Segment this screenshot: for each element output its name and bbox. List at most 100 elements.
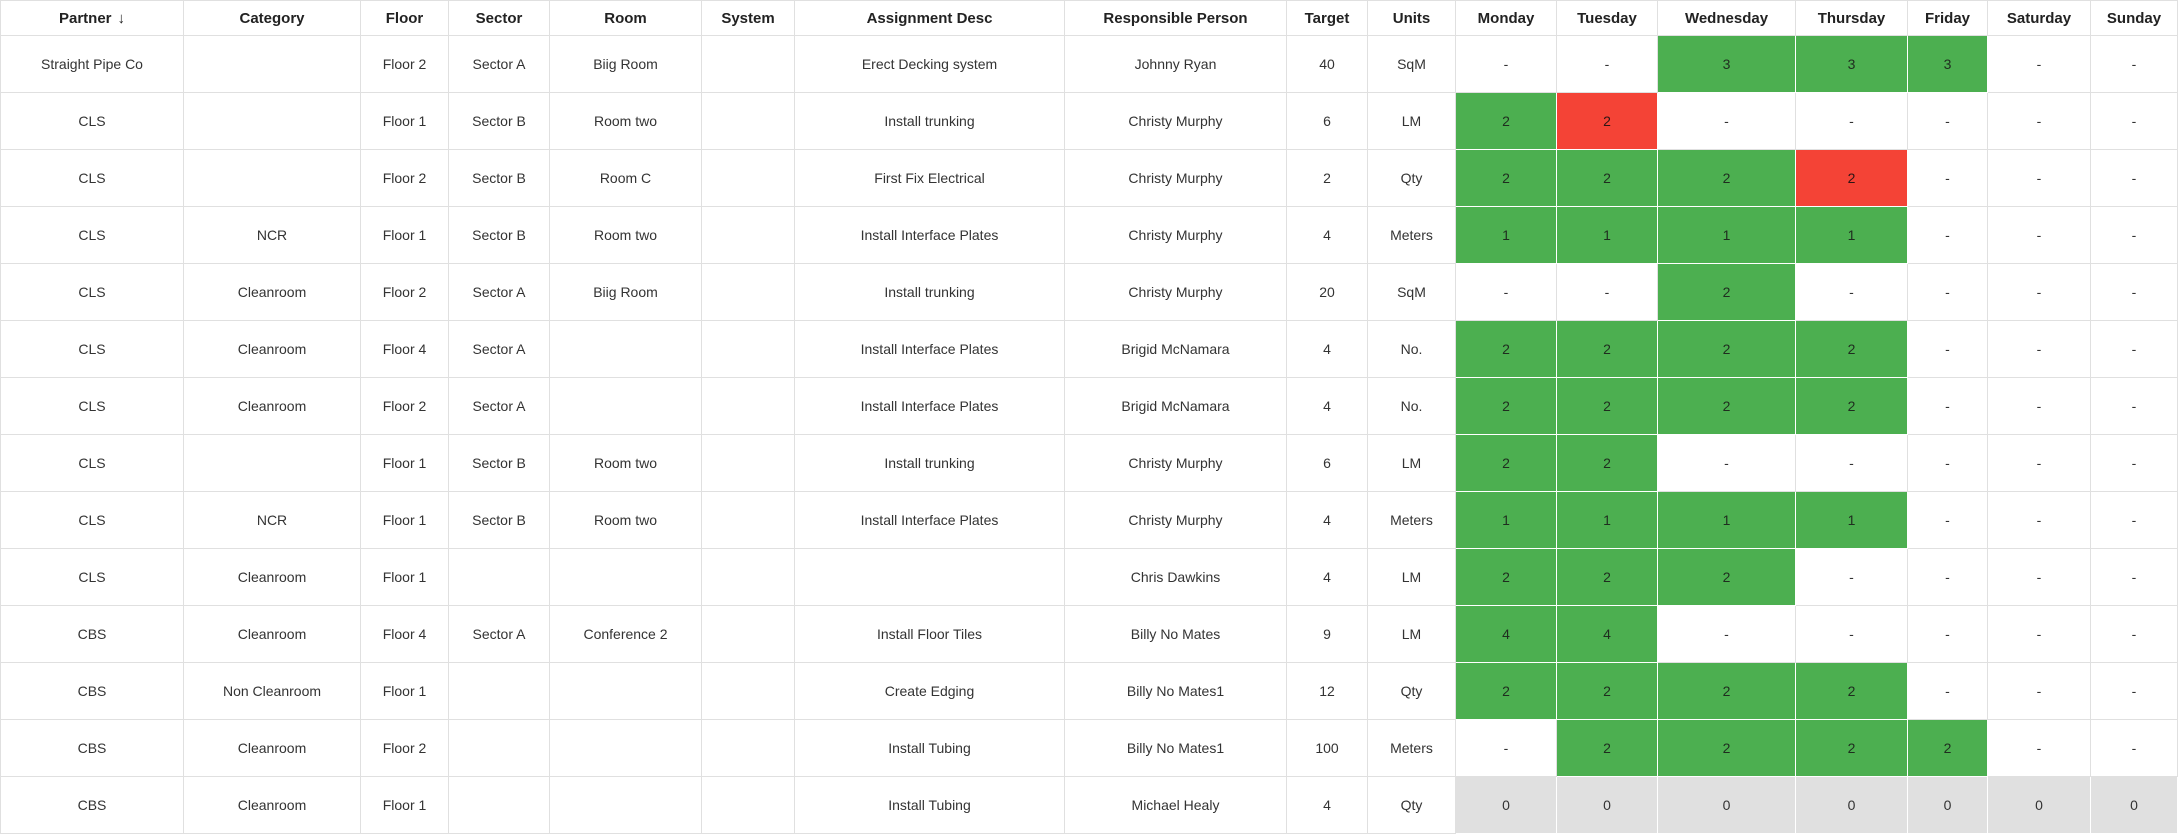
- table-row[interactable]: CLS Floor 1 Sector B Room two Install trunki…: [0, 434, 2178, 492]
- cell-monday[interactable]: 2: [1455, 548, 1557, 606]
- column-header-friday[interactable]: Friday: [1907, 0, 1988, 36]
- cell-saturday[interactable]: 0: [1987, 776, 2091, 834]
- cell-saturday[interactable]: -: [1987, 35, 2091, 93]
- cell-saturday[interactable]: -: [1987, 548, 2091, 606]
- column-header-tuesday[interactable]: Tuesday: [1556, 0, 1658, 36]
- cell-thursday[interactable]: 2: [1795, 662, 1908, 720]
- cell-monday[interactable]: 2: [1455, 434, 1557, 492]
- cell-wednesday[interactable]: 2: [1657, 149, 1796, 207]
- cell-sunday[interactable]: 0: [2090, 776, 2178, 834]
- cell-saturday[interactable]: -: [1987, 662, 2091, 720]
- cell-sunday[interactable]: -: [2090, 320, 2178, 378]
- cell-friday[interactable]: -: [1907, 662, 1988, 720]
- sort-descending-icon[interactable]: ↓: [118, 10, 126, 27]
- cell-monday[interactable]: 4: [1455, 605, 1557, 663]
- cell-sunday[interactable]: -: [2090, 548, 2178, 606]
- column-header-assignment-desc[interactable]: Assignment Desc: [794, 0, 1065, 36]
- column-header-system[interactable]: System: [701, 0, 795, 36]
- cell-thursday[interactable]: 1: [1795, 491, 1908, 549]
- cell-tuesday[interactable]: -: [1556, 35, 1658, 93]
- column-header-sunday[interactable]: Sunday: [2090, 0, 2178, 36]
- cell-thursday[interactable]: -: [1795, 548, 1908, 606]
- cell-friday[interactable]: -: [1907, 320, 1988, 378]
- cell-thursday[interactable]: 3: [1795, 35, 1908, 93]
- column-header-sector[interactable]: Sector: [448, 0, 550, 36]
- cell-tuesday[interactable]: 2: [1556, 662, 1658, 720]
- cell-friday[interactable]: -: [1907, 263, 1988, 321]
- cell-friday[interactable]: -: [1907, 377, 1988, 435]
- table-row[interactable]: CBS Cleanroom Floor 2 Install Tubing Billy N…: [0, 719, 2178, 777]
- cell-thursday[interactable]: -: [1795, 263, 1908, 321]
- cell-wednesday[interactable]: -: [1657, 92, 1796, 150]
- cell-friday[interactable]: -: [1907, 206, 1988, 264]
- cell-saturday[interactable]: -: [1987, 605, 2091, 663]
- cell-wednesday[interactable]: 1: [1657, 206, 1796, 264]
- cell-tuesday[interactable]: 4: [1556, 605, 1658, 663]
- column-header-responsible-person[interactable]: Responsible Person: [1064, 0, 1287, 36]
- cell-thursday[interactable]: 0: [1795, 776, 1908, 834]
- cell-saturday[interactable]: -: [1987, 434, 2091, 492]
- cell-friday[interactable]: -: [1907, 434, 1988, 492]
- cell-monday[interactable]: -: [1455, 719, 1557, 777]
- cell-thursday[interactable]: -: [1795, 434, 1908, 492]
- cell-wednesday[interactable]: 2: [1657, 320, 1796, 378]
- cell-saturday[interactable]: -: [1987, 92, 2091, 150]
- column-header-category[interactable]: Category: [183, 0, 361, 36]
- cell-sunday[interactable]: -: [2090, 434, 2178, 492]
- column-header-units[interactable]: Units: [1367, 0, 1456, 36]
- cell-tuesday[interactable]: -: [1556, 263, 1658, 321]
- table-row[interactable]: CLS Cleanroom Floor 1 Chris Dawkins 4 LM 2 2 2- -…: [0, 548, 2178, 606]
- cell-sunday[interactable]: -: [2090, 605, 2178, 663]
- table-row[interactable]: CLS Floor 2 Sector B Room C First Fix Electr…: [0, 149, 2178, 207]
- cell-tuesday[interactable]: 0: [1556, 776, 1658, 834]
- cell-tuesday[interactable]: 1: [1556, 206, 1658, 264]
- table-row[interactable]: CBS Cleanroom Floor 4 Sector A Conference 2 I…: [0, 605, 2178, 663]
- cell-monday[interactable]: 2: [1455, 149, 1557, 207]
- cell-thursday[interactable]: 2: [1795, 377, 1908, 435]
- cell-sunday[interactable]: -: [2090, 662, 2178, 720]
- table-row[interactable]: CLS NCR Floor 1 Sector B Room two Install Int…: [0, 206, 2178, 264]
- column-header-partner[interactable]: Partner ↓: [0, 0, 184, 36]
- cell-sunday[interactable]: -: [2090, 263, 2178, 321]
- cell-sunday[interactable]: -: [2090, 719, 2178, 777]
- cell-tuesday[interactable]: 1: [1556, 491, 1658, 549]
- cell-monday[interactable]: 2: [1455, 377, 1557, 435]
- cell-monday[interactable]: 2: [1455, 92, 1557, 150]
- cell-tuesday[interactable]: 2: [1556, 377, 1658, 435]
- cell-wednesday[interactable]: 2: [1657, 377, 1796, 435]
- column-header-target[interactable]: Target: [1286, 0, 1368, 36]
- cell-friday[interactable]: -: [1907, 605, 1988, 663]
- cell-thursday[interactable]: -: [1795, 605, 1908, 663]
- cell-thursday[interactable]: 1: [1795, 206, 1908, 264]
- cell-sunday[interactable]: -: [2090, 377, 2178, 435]
- cell-monday[interactable]: 2: [1455, 320, 1557, 378]
- cell-monday[interactable]: 0: [1455, 776, 1557, 834]
- cell-wednesday[interactable]: 2: [1657, 263, 1796, 321]
- cell-wednesday[interactable]: 0: [1657, 776, 1796, 834]
- cell-thursday[interactable]: 2: [1795, 149, 1908, 207]
- cell-monday[interactable]: 2: [1455, 662, 1557, 720]
- table-row[interactable]: CLS NCR Floor 1 Sector B Room two Install Int…: [0, 491, 2178, 549]
- cell-sunday[interactable]: -: [2090, 491, 2178, 549]
- cell-saturday[interactable]: -: [1987, 206, 2091, 264]
- cell-friday[interactable]: 3: [1907, 35, 1988, 93]
- cell-wednesday[interactable]: -: [1657, 434, 1796, 492]
- cell-wednesday[interactable]: 2: [1657, 548, 1796, 606]
- cell-tuesday[interactable]: 2: [1556, 434, 1658, 492]
- cell-tuesday[interactable]: 2: [1556, 548, 1658, 606]
- table-row[interactable]: CLS Floor 1 Sector B Room two Install trunki…: [0, 92, 2178, 150]
- table-row[interactable]: CLS Cleanroom Floor 2 Sector A Biig Room Inst…: [0, 263, 2178, 321]
- cell-friday[interactable]: 2: [1907, 719, 1988, 777]
- table-row[interactable]: CLS Cleanroom Floor 2 Sector A Install Inter…: [0, 377, 2178, 435]
- cell-tuesday[interactable]: 2: [1556, 320, 1658, 378]
- cell-friday[interactable]: -: [1907, 548, 1988, 606]
- cell-sunday[interactable]: -: [2090, 149, 2178, 207]
- cell-monday[interactable]: -: [1455, 35, 1557, 93]
- cell-thursday[interactable]: 2: [1795, 719, 1908, 777]
- cell-saturday[interactable]: -: [1987, 719, 2091, 777]
- column-header-thursday[interactable]: Thursday: [1795, 0, 1908, 36]
- cell-saturday[interactable]: -: [1987, 491, 2091, 549]
- column-header-floor[interactable]: Floor: [360, 0, 449, 36]
- column-header-room[interactable]: Room: [549, 0, 702, 36]
- cell-monday[interactable]: 1: [1455, 206, 1557, 264]
